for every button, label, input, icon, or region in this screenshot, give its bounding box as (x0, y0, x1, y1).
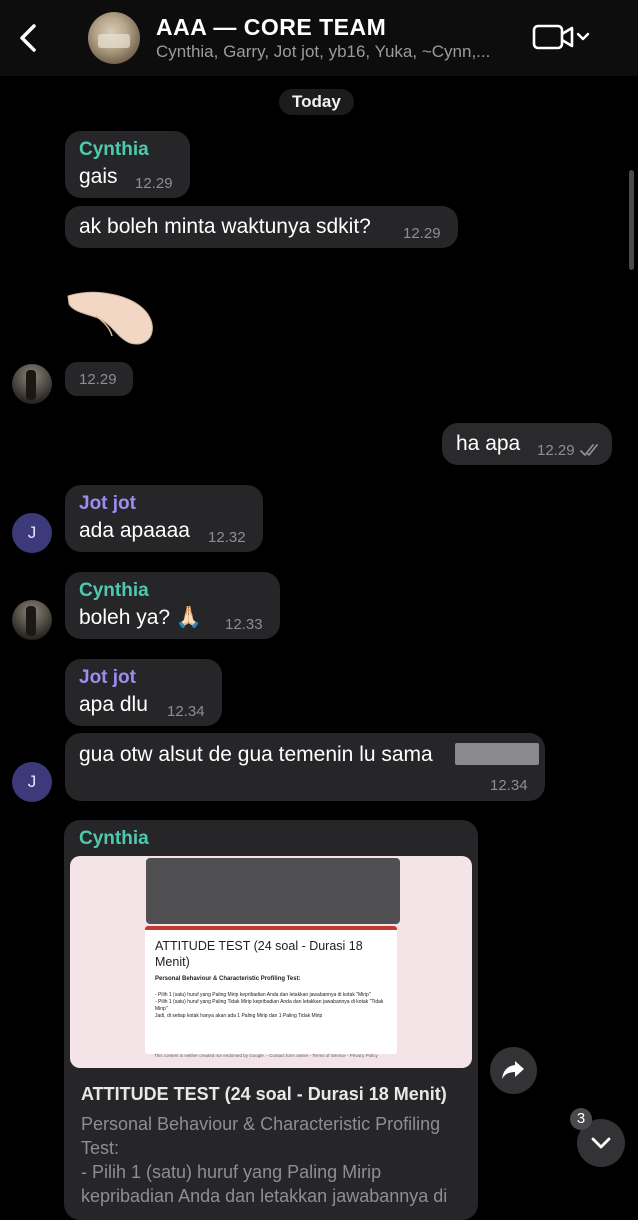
message-text: gua otw alsut de gua temenin lu sama (79, 743, 433, 766)
message-time: 12.29 (537, 442, 575, 459)
form-body: - Pilih 1 (satu) huruf yang Paling Mirip… (155, 992, 384, 1019)
message-text: apa dlu (79, 693, 148, 716)
avatar[interactable] (12, 364, 52, 404)
video-camera-icon (532, 24, 574, 50)
message-text: boleh ya? 🙏🏻 (79, 606, 203, 629)
scrollbar[interactable] (629, 170, 634, 270)
message-text: ak boleh minta waktunya sdkit? (79, 215, 371, 238)
pinching-hand-emoji (67, 291, 153, 345)
sender-name[interactable]: Jot jot (79, 667, 136, 689)
redacted-text (455, 743, 539, 765)
message-text: ada apaaaa (79, 519, 190, 542)
sender-name[interactable]: Jot jot (79, 493, 136, 515)
unread-count-badge: 3 (570, 1108, 592, 1130)
group-members[interactable]: Cynthia, Garry, Jot jot, yb16, Yuka, ~Cy… (156, 42, 490, 62)
message-time: 12.34 (167, 703, 205, 720)
form-title: ATTITUDE TEST (24 soal - Durasi 18 Menit… (155, 939, 363, 969)
form-subtitle: Personal Behaviour & Characteristic Prof… (155, 976, 301, 982)
message-time: 12.29 (135, 175, 173, 192)
message-bubble-outgoing[interactable]: ha apa 12.29 (442, 423, 612, 465)
message-bubble[interactable]: Jot jot apa dlu 12.34 (65, 659, 222, 726)
date-separator: Today (279, 89, 354, 115)
message-text: gais (79, 165, 118, 188)
avatar[interactable] (12, 600, 52, 640)
avatar-jot-jot[interactable]: J (12, 513, 52, 553)
message-time: 12.34 (490, 777, 528, 794)
chevron-down-icon (591, 1137, 611, 1149)
double-check-icon (580, 444, 598, 456)
link-title[interactable]: ATTITUDE TEST (24 soal - Durasi 18 Menit… (81, 1084, 447, 1105)
message-time: 12.32 (208, 529, 246, 546)
avatar-jot-jot[interactable]: J (12, 762, 52, 802)
message-time: 12.29 (403, 225, 441, 242)
link-message-bubble[interactable]: Cynthia ATTITUDE TEST (24 soal - Durasi … (64, 820, 478, 1220)
timestamp-bubble: 12.29 (65, 362, 133, 396)
chat-header: AAA — CORE TEAM Cynthia, Garry, Jot jot,… (0, 0, 638, 76)
chevron-down-icon (576, 32, 590, 41)
message-bubble[interactable]: Jot jot ada apaaaa 12.32 (65, 485, 263, 552)
message-time: 12.29 (79, 371, 117, 388)
form-footer: This content is neither created nor endo… (154, 1053, 378, 1058)
message-bubble[interactable]: Cynthia gais 12.29 (65, 131, 190, 198)
redacted-banner (146, 858, 400, 924)
message-text: ha apa (456, 432, 521, 455)
share-arrow-icon (502, 1061, 524, 1079)
message-bubble[interactable]: ak boleh minta waktunya sdkit? 12.29 (65, 206, 458, 248)
sender-name[interactable]: Cynthia (79, 828, 149, 850)
message-time: 12.33 (225, 616, 263, 633)
video-call-button[interactable] (532, 22, 594, 52)
chevron-left-icon[interactable] (14, 20, 44, 56)
sender-name[interactable]: Cynthia (79, 139, 149, 161)
share-button[interactable] (490, 1047, 537, 1094)
group-title[interactable]: AAA — CORE TEAM (156, 14, 386, 41)
sender-name[interactable]: Cynthia (79, 580, 149, 602)
message-bubble[interactable]: Cynthia boleh ya? 🙏🏻 12.33 (65, 572, 280, 639)
link-description: Personal Behaviour & Characteristic Prof… (81, 1114, 448, 1206)
group-avatar[interactable] (88, 12, 140, 64)
link-preview-image[interactable]: ATTITUDE TEST (24 soal - Durasi 18 Menit… (70, 856, 472, 1068)
form-card: ATTITUDE TEST (24 soal - Durasi 18 Menit… (145, 926, 397, 1054)
